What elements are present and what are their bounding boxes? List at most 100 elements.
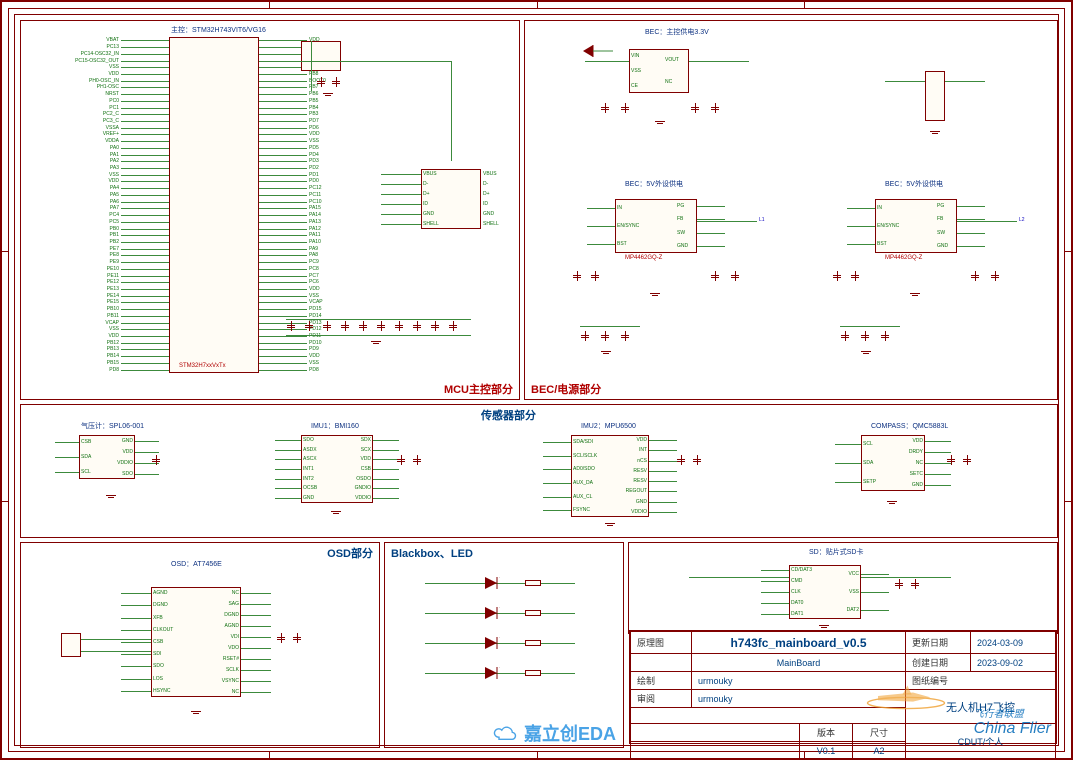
pin-label: PA12	[309, 226, 321, 232]
pin-label: PC5	[61, 219, 119, 225]
region-label-bec: BEC/电源部分	[531, 381, 601, 397]
diode-icon	[583, 45, 613, 57]
pin-label: VDDA	[61, 138, 119, 144]
pin-label: PD7	[309, 118, 319, 124]
pin-label: PC3_C	[61, 118, 119, 124]
osd-xtal	[61, 633, 81, 657]
region-osd: OSD部分 OSD：AT7456E AGNDDGNDXFBCLKOUTCSBSD…	[20, 542, 380, 748]
pin-label: PC6	[309, 279, 319, 285]
pin-label: PA4	[61, 185, 119, 191]
imu1-title: IMU1：BMI160	[311, 421, 359, 431]
pin-label: PD4	[309, 152, 319, 158]
pin-label: PB5	[309, 98, 318, 104]
tb-review-label: 审阅	[631, 690, 692, 708]
pin-label: PB4	[309, 105, 318, 111]
region-label-osd: OSD部分	[327, 545, 373, 561]
pin-label: PC4	[61, 212, 119, 218]
mcu-chip	[169, 37, 259, 373]
pin-label: PA8	[309, 252, 318, 258]
pin-label: PB15	[61, 360, 119, 366]
schematic-page: 主控：STM32H743VIT6/VG16 STM32H7xxVxTx VBAT…	[0, 0, 1073, 760]
region-sd: SD：贴片式SD卡 CD/DAT3CMDCLKDAT0DAT1VCCVSSDAT…	[628, 542, 1058, 634]
imu2-title: IMU2：MPU6500	[581, 421, 636, 431]
pin-label: VSS	[309, 138, 319, 144]
region-label-sensors: 传感器部分	[481, 407, 536, 423]
buck-a-part: MP4462GQ-Z	[625, 255, 662, 261]
led-icon	[485, 607, 505, 619]
pin-label: ID	[483, 201, 488, 207]
pin-label: PA15	[309, 205, 321, 211]
bec-aux-block	[925, 71, 945, 121]
pin-label: GND	[483, 211, 494, 217]
pin-label: PC14-OSC32_IN	[61, 51, 119, 57]
pin-label: PD3	[309, 158, 319, 164]
pin-label: PD15	[309, 306, 322, 312]
pin-label: PE12	[61, 279, 119, 285]
pin-label: PE8	[61, 252, 119, 258]
mcu-chip-title: 主控：STM32H743VIT6/VG16	[171, 25, 266, 35]
pin-label: PA2	[61, 158, 119, 164]
pin-label: PD9	[309, 346, 319, 352]
compass-title: COMPASS：QMC5883L	[871, 421, 948, 431]
pin-label: PB14	[61, 353, 119, 359]
bec-main33-title: BEC：主控供电3.3V	[645, 27, 709, 37]
pin-label: PE13	[61, 286, 119, 292]
pin-label: PA13	[309, 219, 321, 225]
region-label-mcu: MCU主控部分	[444, 381, 513, 397]
tb-review-by: urmouky	[692, 690, 906, 708]
pin-label: PB3	[309, 111, 318, 117]
pin-label: PB10	[61, 306, 119, 312]
usb-connector	[421, 169, 481, 229]
bec-5v-b-title: BEC：5V外设供电	[885, 179, 943, 189]
pin-label: PD5	[309, 145, 319, 151]
tb-create-label: 创建日期	[906, 654, 971, 672]
tb-drawn-by: urmouky	[692, 672, 906, 690]
pin-label: PE14	[61, 293, 119, 299]
pin-label: VSS	[61, 172, 119, 178]
pin-label: PD1	[309, 172, 319, 178]
pin-label: PD6	[309, 125, 319, 131]
pin-label: D-	[483, 181, 488, 187]
pin-label: PE11	[61, 273, 119, 279]
buck-b-part: MP4462GQ-Z	[885, 255, 922, 261]
led-icon	[485, 667, 505, 679]
pin-label: PC8	[309, 266, 319, 272]
tb-update-date: 2024-03-09	[971, 632, 1056, 654]
pin-label: PB1	[61, 232, 119, 238]
eda-logo: 嘉立创EDA	[492, 720, 616, 746]
tb-project: 无人机H7飞控	[906, 690, 1056, 724]
pin-label: PA9	[309, 246, 318, 252]
pin-label: PC9	[309, 259, 319, 265]
tb-drawn-label: 绘制	[631, 672, 692, 690]
pin-label: PC11	[309, 192, 321, 198]
pin-label: PA14	[309, 212, 321, 218]
tb-update-label: 更新日期	[906, 632, 971, 654]
pin-label: PA1	[61, 152, 119, 158]
pin-label: PH0-OSC_IN	[61, 78, 119, 84]
pin-label: PC10	[309, 199, 322, 205]
pin-label: PE7	[61, 246, 119, 252]
pin-label: PD8	[61, 367, 119, 373]
pin-label: PE9	[61, 259, 119, 265]
pin-label: VDD	[309, 353, 320, 359]
pin-label: PE10	[61, 266, 119, 272]
pin-label: PA6	[61, 199, 119, 205]
baro-title: 气压计：SPL06-001	[81, 421, 144, 431]
pin-label: VBUS	[483, 171, 497, 177]
pin-label: VDD	[61, 333, 119, 339]
pin-label: VSS	[309, 293, 319, 299]
region-sensors: 传感器部分 气压计：SPL06-001 CSBSDASCLGNDVDDVDDIO…	[20, 404, 1058, 538]
pin-label: PD10	[309, 340, 322, 346]
pin-label: VDD	[61, 71, 119, 77]
pin-label: PC12	[309, 185, 322, 191]
pin-label: PD0	[309, 178, 319, 184]
pin-label: VDD	[61, 178, 119, 184]
pin-label: PB11	[61, 313, 119, 319]
mcu-misc-block	[301, 41, 341, 71]
region-label-blackbox: Blackbox、LED	[391, 545, 473, 561]
tb-doctype-label: 原理图	[631, 632, 692, 654]
led-icon	[485, 577, 505, 589]
pin-label: PC1	[61, 105, 119, 111]
tb-version-label: 版本	[800, 724, 853, 742]
osd-chip-title: OSD：AT7456E	[171, 559, 222, 569]
